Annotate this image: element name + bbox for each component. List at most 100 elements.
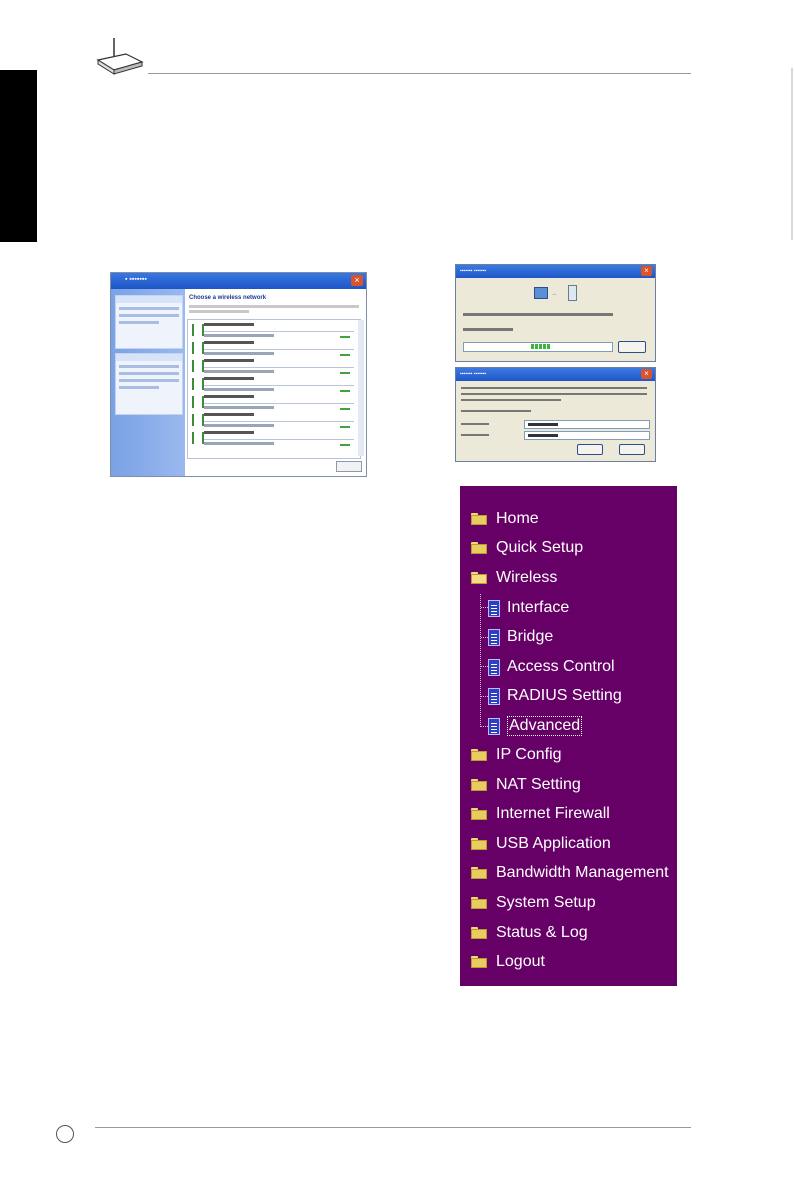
menu-item-label: Advanced	[507, 716, 583, 736]
folder-icon	[471, 927, 487, 939]
list-item	[190, 376, 356, 394]
menu-item-label: Access Control	[507, 658, 615, 675]
menu-item-label: System Setup	[496, 894, 596, 911]
instruction-text	[189, 305, 359, 308]
router-icon	[96, 38, 144, 75]
arrow-icon: →	[551, 291, 557, 297]
list-item	[190, 340, 356, 358]
folder-icon	[471, 513, 487, 525]
menu-item-ip-config[interactable]: IP Config	[471, 743, 562, 767]
choose-wireless-network-screenshot: ▪ ▪▪▪▪▪▪▪ × Choose a wireless network	[110, 272, 367, 477]
list-item	[190, 394, 356, 412]
connect-button	[336, 461, 362, 472]
menu-item-interface[interactable]: Interface	[488, 596, 569, 620]
page-number-circle	[56, 1125, 74, 1143]
close-icon: ×	[351, 275, 363, 286]
description-text	[461, 399, 561, 401]
confirm-key-field	[524, 431, 650, 440]
window-title: ▪▪▪▪▪▪▪ ▪▪▪▪▪▪▪	[460, 268, 487, 274]
menu-item-label: NAT Setting	[496, 776, 581, 793]
network-tasks-sidebar	[111, 289, 185, 476]
menu-item-wireless[interactable]: Wireless	[471, 566, 557, 590]
menu-item-quick-setup[interactable]: Quick Setup	[471, 536, 583, 560]
menu-item-status-log[interactable]: Status & Log	[471, 921, 588, 945]
menu-item-bridge[interactable]: Bridge	[488, 625, 553, 649]
menu-item-internet-firewall[interactable]: Internet Firewall	[471, 802, 610, 826]
network-key-label	[461, 423, 489, 425]
status-text	[463, 313, 613, 316]
cancel-button	[618, 341, 646, 353]
page-icon	[488, 687, 500, 705]
network-list	[187, 319, 361, 459]
menu-item-advanced[interactable]: Advanced	[488, 714, 583, 738]
menu-item-label: Bridge	[507, 628, 554, 645]
menu-item-label: USB Application	[496, 835, 611, 852]
scrollbar	[358, 320, 364, 456]
menu-item-nat-setting[interactable]: NAT Setting	[471, 773, 581, 797]
network-tasks-panel	[115, 295, 183, 349]
menu-item-label: Home	[496, 510, 539, 527]
page-edge-mark	[791, 68, 793, 240]
tree-connector	[481, 637, 488, 638]
list-item	[190, 322, 356, 340]
choose-network-heading: Choose a wireless network	[189, 295, 267, 301]
folder-icon	[471, 897, 487, 909]
folder-icon	[471, 867, 487, 879]
access-point-icon	[568, 285, 577, 301]
related-tasks-panel	[115, 353, 183, 415]
folder-icon	[471, 838, 487, 850]
page-icon	[488, 658, 500, 676]
menu-item-label: Bandwidth Management	[496, 864, 669, 881]
tree-connector	[480, 594, 481, 727]
page-icon	[488, 717, 500, 735]
description-text	[461, 387, 647, 389]
menu-item-bandwidth-management[interactable]: Bandwidth Management	[471, 861, 669, 885]
menu-item-system-setup[interactable]: System Setup	[471, 891, 596, 915]
menu-item-label: Interface	[507, 599, 570, 616]
close-icon: ×	[641, 369, 652, 379]
side-language-tab	[0, 70, 37, 242]
menu-item-label: Internet Firewall	[496, 805, 610, 822]
close-icon: ×	[641, 266, 652, 276]
network-key-screenshot: ▪▪▪▪▪▪▪ ▪▪▪▪▪▪▪ ×	[455, 367, 656, 462]
list-item	[190, 430, 356, 448]
menu-item-label: Logout	[496, 953, 545, 970]
menu-item-label: Wireless	[496, 569, 558, 586]
page-icon	[488, 599, 500, 617]
list-item	[190, 358, 356, 376]
folder-icon	[471, 542, 487, 554]
folder-icon	[471, 808, 487, 820]
description-text	[461, 393, 647, 395]
footer-rule	[95, 1127, 691, 1128]
window-titlebar	[111, 273, 366, 289]
folder-icon	[471, 749, 487, 761]
tree-connector	[481, 666, 488, 667]
menu-item-radius-setting[interactable]: RADIUS Setting	[488, 684, 622, 708]
menu-item-logout[interactable]: Logout	[471, 950, 545, 974]
tree-connector	[481, 696, 488, 697]
folder-open-icon	[471, 572, 487, 584]
network-key-field	[524, 420, 650, 429]
menu-item-access-control[interactable]: Access Control	[488, 655, 615, 679]
menu-item-label: RADIUS Setting	[507, 687, 622, 704]
computer-icon	[534, 287, 548, 299]
window-title: ▪ ▪▪▪▪▪▪▪	[125, 276, 147, 283]
tree-connector	[481, 607, 488, 608]
cancel-button	[619, 444, 645, 455]
confirm-key-label	[461, 434, 489, 436]
folder-icon	[471, 956, 487, 968]
wireless-connection-progress-screenshot: ▪▪▪▪▪▪▪ ▪▪▪▪▪▪▪ × →	[455, 264, 656, 362]
list-item	[190, 412, 356, 430]
menu-item-usb-application[interactable]: USB Application	[471, 832, 611, 856]
page-icon	[488, 628, 500, 646]
window-title: ▪▪▪▪▪▪▪ ▪▪▪▪▪▪▪	[460, 371, 487, 377]
header-rule	[148, 73, 691, 74]
folder-icon	[471, 779, 487, 791]
instruction-text	[189, 310, 249, 313]
menu-item-home[interactable]: Home	[471, 507, 539, 531]
menu-item-label: Quick Setup	[496, 539, 584, 556]
connect-button	[577, 444, 603, 455]
description-text	[461, 410, 531, 412]
status-text	[463, 328, 513, 331]
menu-item-label: IP Config	[496, 746, 562, 763]
